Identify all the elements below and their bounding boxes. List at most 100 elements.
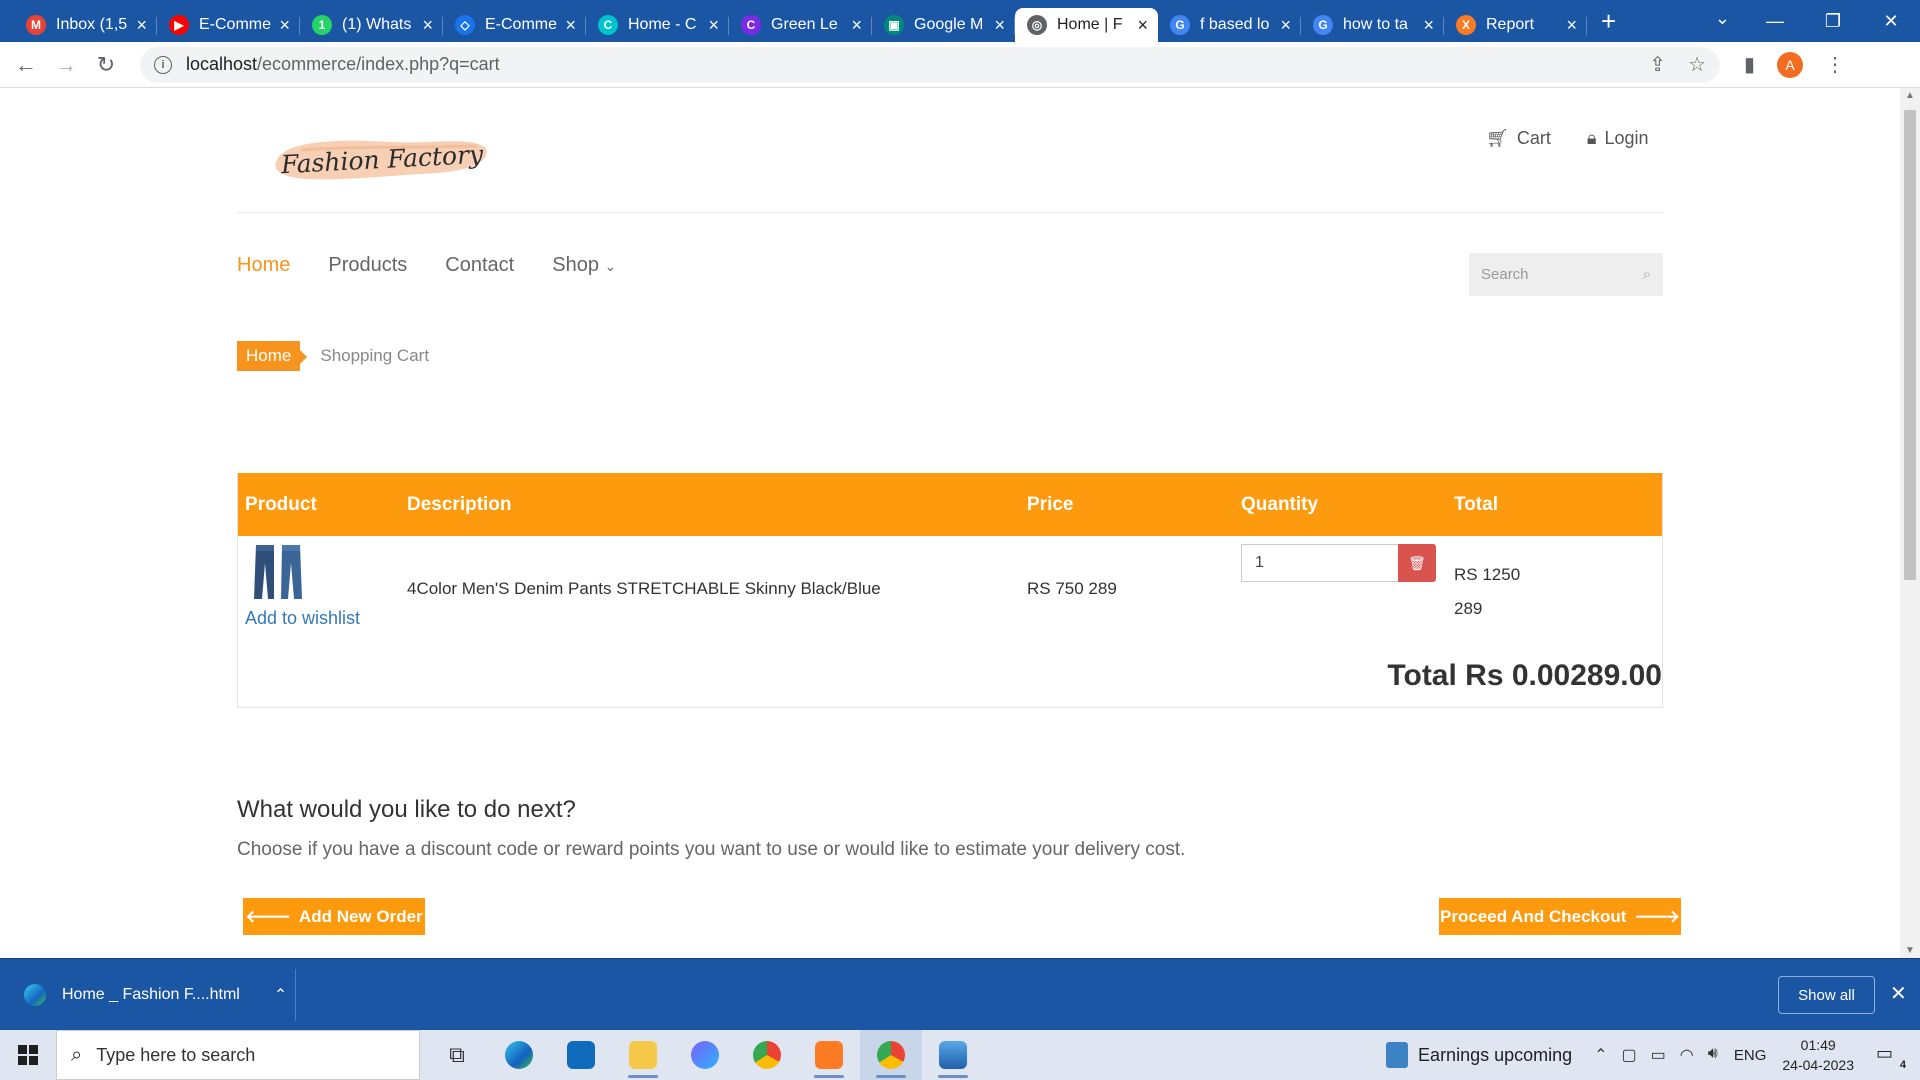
- xampp-icon: X: [1456, 15, 1476, 35]
- site-search-input[interactable]: Search ⌕: [1469, 253, 1663, 296]
- news-widget[interactable]: Earnings upcoming: [1386, 1042, 1572, 1068]
- address-bar[interactable]: i localhost/ecommerce/index.php?q=cart ⇪…: [140, 46, 1720, 83]
- cart-link-label: Cart: [1516, 128, 1551, 148]
- file-explorer-icon[interactable]: [612, 1030, 674, 1080]
- windows-taskbar: ⌕ Type here to search ⧉ Earnings upcomin…: [0, 1030, 1920, 1080]
- wifi-icon[interactable]: ◠: [1680, 1045, 1694, 1065]
- share-icon[interactable]: ⇪: [1649, 52, 1666, 77]
- close-download-bar-icon[interactable]: ✕: [1890, 981, 1907, 1006]
- add-to-wishlist-link[interactable]: Add to wishlist: [245, 608, 360, 629]
- new-tab-icon[interactable]: +: [1601, 6, 1616, 37]
- xampp-icon[interactable]: [798, 1030, 860, 1080]
- tab-close-icon[interactable]: ×: [565, 15, 576, 36]
- restore-icon[interactable]: ❐: [1804, 11, 1862, 32]
- language-indicator[interactable]: ENG: [1734, 1047, 1767, 1064]
- notifications-icon[interactable]: ▭ 4: [1876, 1043, 1906, 1071]
- close-window-icon[interactable]: ✕: [1862, 11, 1920, 32]
- edge-icon[interactable]: [488, 1030, 550, 1080]
- minimize-icon[interactable]: —: [1746, 11, 1804, 32]
- browser-tab[interactable]: Gf based lo ×: [1158, 8, 1301, 42]
- cart-link[interactable]: 🛒︎ Cart: [1486, 128, 1551, 149]
- tab-title: Inbox (1,5: [56, 16, 128, 33]
- tab-close-icon[interactable]: ×: [851, 15, 862, 36]
- browser-tab[interactable]: Ghow to ta ×: [1301, 8, 1444, 42]
- battery-icon[interactable]: ▭: [1651, 1045, 1666, 1065]
- tab-close-icon[interactable]: ×: [279, 15, 290, 36]
- tab-title: Green Le: [771, 16, 838, 33]
- taskbar-apps: ⧉: [426, 1030, 984, 1080]
- browser-tab[interactable]: 1 (1) Whats ×: [300, 8, 443, 42]
- taskbar-search-input[interactable]: ⌕ Type here to search: [56, 1030, 420, 1080]
- photos-icon[interactable]: [922, 1030, 984, 1080]
- page-scrollbar[interactable]: ▲ ▼: [1900, 88, 1920, 958]
- browser-menu-icon[interactable]: ⋮: [1825, 52, 1845, 77]
- search-icon[interactable]: ⌕: [1643, 266, 1651, 283]
- login-link[interactable]: 🔒︎ Login: [1587, 128, 1649, 149]
- browser-tab[interactable]: C Green Le ×: [729, 8, 872, 42]
- breadcrumb-home[interactable]: Home: [237, 341, 308, 371]
- tab-search-icon[interactable]: ⌄: [1715, 8, 1730, 29]
- breadcrumb: Home Shopping Cart: [237, 341, 429, 371]
- cart-table-header: Product Description Price Quantity Total: [238, 473, 1662, 536]
- window-controls: — ❐ ✕: [1746, 0, 1920, 42]
- site-info-icon[interactable]: i: [154, 55, 172, 74]
- meet-now-icon[interactable]: ▢: [1622, 1045, 1637, 1065]
- cart-grand-total: Total Rs 0.00289.00: [1387, 659, 1662, 692]
- chrome-icon[interactable]: [736, 1030, 798, 1080]
- back-icon[interactable]: ←: [6, 52, 46, 78]
- tab-close-icon[interactable]: ×: [1423, 15, 1434, 36]
- scroll-down-icon[interactable]: ▼: [1905, 945, 1915, 956]
- browser-tab[interactable]: C Home - C ×: [586, 8, 729, 42]
- tab-close-icon[interactable]: ×: [1137, 15, 1148, 36]
- profile-avatar[interactable]: A: [1777, 51, 1804, 78]
- forward-icon[interactable]: →: [46, 52, 86, 78]
- tab-title: (1) Whats: [342, 16, 412, 33]
- next-steps-title: What would you like to do next?: [237, 796, 576, 823]
- browser-tab[interactable]: X Report ×: [1444, 8, 1587, 42]
- tab-close-icon[interactable]: ×: [1280, 15, 1291, 36]
- item-description: 4Color Men'S Denim Pants STRETCHABLE Ski…: [407, 579, 881, 598]
- tab-close-icon[interactable]: ×: [422, 15, 433, 36]
- tab-close-icon[interactable]: ×: [994, 15, 1005, 36]
- browser-tab[interactable]: ◎ Home | F ×: [1015, 8, 1158, 42]
- nav-products[interactable]: Products: [328, 254, 407, 277]
- bookmark-star-icon[interactable]: ☆: [1688, 52, 1706, 77]
- scroll-up-icon[interactable]: ▲: [1905, 90, 1915, 101]
- arrow-left-icon: 🡐: [245, 906, 291, 926]
- scrollbar-thumb[interactable]: [1904, 110, 1916, 580]
- task-view-icon[interactable]: ⧉: [426, 1030, 488, 1080]
- tab-close-icon[interactable]: ×: [708, 15, 719, 36]
- taskbar-search-placeholder: Type here to search: [96, 1044, 256, 1065]
- start-button[interactable]: [0, 1030, 56, 1080]
- clock[interactable]: 01:49 24-04-2023: [1782, 1035, 1854, 1075]
- remove-item-button[interactable]: 🗑︎: [1398, 544, 1436, 582]
- youtube-icon: ▶: [169, 15, 189, 35]
- volume-icon[interactable]: 🔊︎: [1708, 1045, 1718, 1065]
- browser-tab[interactable]: ▶ E-Comme ×: [157, 8, 300, 42]
- chrome-profile-icon[interactable]: [860, 1030, 922, 1080]
- tab-close-icon[interactable]: ×: [136, 15, 147, 36]
- copilot-icon[interactable]: [674, 1030, 736, 1080]
- tab-close-icon[interactable]: ×: [1566, 15, 1577, 36]
- side-panel-icon[interactable]: ▮: [1744, 52, 1755, 77]
- chevron-up-icon[interactable]: ⌃: [1594, 1045, 1607, 1065]
- nav-home[interactable]: Home: [237, 254, 290, 277]
- logo-text: Fashion Factory: [280, 139, 484, 179]
- add-new-order-button[interactable]: 🡐 Add New Order: [243, 898, 425, 935]
- chevron-up-icon[interactable]: ⌃: [274, 985, 287, 1005]
- browser-toolbar: ← → ↻ i localhost/ecommerce/index.php?q=…: [0, 42, 1920, 88]
- download-item[interactable]: Home _ Fashion F....html ⌃: [24, 959, 287, 1031]
- product-image[interactable]: [250, 543, 306, 601]
- browser-tab[interactable]: M Inbox (1,5 ×: [14, 8, 157, 42]
- show-all-button[interactable]: Show all: [1778, 976, 1875, 1014]
- site-logo[interactable]: Fashion Factory: [272, 128, 492, 190]
- browser-tab[interactable]: ◇ E-Comme ×: [443, 8, 586, 42]
- search-icon: ⌕: [71, 1043, 83, 1066]
- quantity-input[interactable]: 1: [1241, 544, 1399, 582]
- nav-contact[interactable]: Contact: [445, 254, 514, 277]
- reload-icon[interactable]: ↻: [86, 52, 126, 78]
- proceed-checkout-button[interactable]: Proceed And Checkout 🡒: [1439, 898, 1681, 935]
- browser-tab[interactable]: ▣ Google M ×: [872, 8, 1015, 42]
- mail-icon[interactable]: [550, 1030, 612, 1080]
- nav-shop[interactable]: Shop ⌄: [552, 254, 616, 277]
